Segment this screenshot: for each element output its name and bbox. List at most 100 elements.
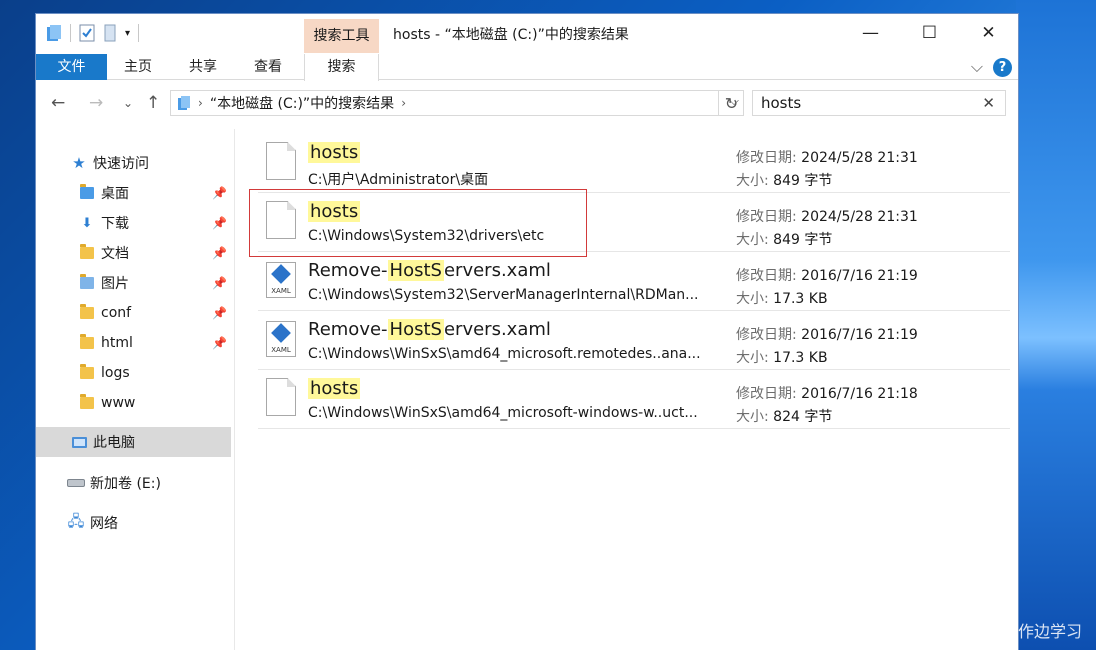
explorer-icon[interactable]: [46, 24, 62, 42]
downloads-folder-icon: ⬇: [81, 215, 93, 231]
tab-view[interactable]: 查看: [238, 54, 298, 80]
ribbon-right-controls: ⌵ ?: [971, 57, 1012, 77]
search-results-location-icon: [178, 96, 190, 110]
breadcrumb-chevron-icon[interactable]: ›: [198, 96, 203, 110]
forward-arrow-icon[interactable]: →: [89, 93, 103, 113]
desktop-folder-icon: [78, 184, 96, 199]
search-tools-context-label: 搜索工具: [304, 19, 379, 53]
result-row[interactable]: hosts C:\Windows\System32\drivers\etc 修改…: [258, 193, 1010, 252]
navigation-pane: ★ 快速访问 桌面 📌 ⬇ 下载 📌 文档 📌 图片 📌 conf 📌 html…: [36, 129, 236, 650]
maximize-button[interactable]: ☐: [900, 14, 959, 52]
search-highlight: hosts: [308, 201, 361, 222]
customize-toolbar-dropdown-icon[interactable]: ▾: [125, 28, 130, 39]
address-box[interactable]: › “本地磁盘 (C:)”中的搜索结果 › ⌵: [170, 90, 744, 116]
nav-label: 新加卷 (E:): [90, 476, 161, 492]
nav-drive-e[interactable]: 新加卷 (E:): [36, 468, 231, 498]
result-date: 修改日期: 2024/5/28 21:31: [736, 150, 918, 166]
file-icon: [266, 201, 296, 239]
nav-label: 网络: [90, 516, 118, 532]
nav-label: 快速访问: [93, 156, 149, 172]
result-size: 大小: 824 字节: [736, 409, 833, 425]
nav-this-pc[interactable]: 此电脑: [36, 427, 231, 457]
file-explorer-window: ▾ 搜索工具 hosts - “本地磁盘 (C:)”中的搜索结果 — ☐ ✕ 文…: [35, 13, 1019, 650]
back-arrow-icon[interactable]: ←: [51, 93, 65, 113]
close-button[interactable]: ✕: [959, 14, 1018, 52]
result-size: 大小: 849 字节: [736, 173, 833, 189]
nav-item-documents[interactable]: 文档 📌: [36, 238, 231, 268]
file-icon: [266, 142, 296, 180]
pin-icon[interactable]: 📌: [212, 246, 227, 260]
file-icon: [266, 378, 296, 416]
nav-item-www[interactable]: www: [36, 388, 231, 418]
breadcrumb-chevron-icon[interactable]: ›: [401, 96, 406, 110]
search-highlight: HostS: [387, 260, 444, 281]
result-row[interactable]: XAML Remove- HostS ervers.xaml C:\Windows\…: [258, 252, 1010, 311]
documents-folder-icon: [78, 244, 96, 259]
result-path: C:\Windows\WinSxS\amd64_microsoft.remote…: [308, 346, 701, 362]
expand-ribbon-icon[interactable]: ⌵: [971, 57, 983, 77]
nav-label: 文档: [101, 246, 129, 262]
tab-share[interactable]: 共享: [173, 54, 233, 80]
pin-icon[interactable]: 📌: [212, 186, 227, 200]
pictures-folder-icon: [78, 274, 96, 289]
pin-icon[interactable]: 📌: [212, 306, 227, 320]
nav-label: conf: [101, 305, 132, 321]
result-path: C:\Windows\WinSxS\amd64_microsoft-window…: [308, 405, 698, 421]
search-input[interactable]: hosts ✕: [752, 90, 1006, 116]
result-name: Remove- HostS ervers.xaml: [308, 319, 551, 340]
result-row[interactable]: hosts C:\用户\Administrator\桌面 修改日期: 2024/…: [258, 134, 1010, 193]
nav-item-pictures[interactable]: 图片 📌: [36, 268, 231, 298]
tab-file[interactable]: 文件: [36, 54, 107, 80]
folder-icon: [78, 334, 96, 349]
result-name: hosts: [308, 142, 361, 163]
up-arrow-icon[interactable]: ↑: [146, 93, 160, 113]
result-path: C:\用户\Administrator\桌面: [308, 172, 489, 188]
watermark: CSDN @边工作边学习: [919, 622, 1082, 641]
nav-label: 此电脑: [93, 435, 135, 451]
new-folder-icon[interactable]: [103, 24, 117, 42]
result-date: 修改日期: 2016/7/16 21:19: [736, 327, 918, 343]
pin-icon[interactable]: 📌: [212, 336, 227, 350]
result-size: 大小: 17.3 KB: [736, 291, 828, 307]
result-row[interactable]: hosts C:\Windows\WinSxS\amd64_microsoft-…: [258, 370, 1010, 429]
nav-item-downloads[interactable]: ⬇ 下载 📌: [36, 208, 231, 238]
recent-locations-chevron-icon[interactable]: ⌄: [123, 96, 133, 110]
nav-item-desktop[interactable]: 桌面 📌: [36, 178, 231, 208]
toolbar-separator: [138, 24, 140, 42]
pin-icon[interactable]: 📌: [212, 276, 227, 290]
nav-quick-access[interactable]: ★ 快速访问: [36, 148, 231, 178]
nav-label: html: [101, 335, 133, 351]
pin-icon[interactable]: 📌: [212, 216, 227, 230]
result-name: hosts: [308, 201, 361, 222]
window-title: hosts - “本地磁盘 (C:)”中的搜索结果: [393, 27, 629, 43]
xaml-file-icon: XAML: [266, 262, 296, 298]
refresh-button[interactable]: ↻: [718, 90, 744, 116]
properties-icon[interactable]: [79, 24, 95, 42]
nav-label: www: [101, 395, 136, 411]
clear-search-icon[interactable]: ✕: [982, 91, 995, 115]
result-path: C:\Windows\System32\ServerManagerInterna…: [308, 287, 699, 303]
result-date: 修改日期: 2016/7/16 21:18: [736, 386, 918, 402]
minimize-button[interactable]: —: [841, 14, 900, 52]
computer-icon: [70, 436, 88, 448]
tab-search[interactable]: 搜索: [304, 54, 379, 81]
search-highlight: hosts: [308, 378, 361, 399]
pane-divider[interactable]: [234, 129, 235, 650]
search-highlight: hosts: [308, 142, 361, 163]
desktop-background: [1016, 0, 1096, 650]
nav-label: logs: [101, 365, 130, 381]
tab-home[interactable]: 主页: [108, 54, 168, 80]
result-date: 修改日期: 2016/7/16 21:19: [736, 268, 918, 284]
result-size: 大小: 17.3 KB: [736, 350, 828, 366]
help-icon[interactable]: ?: [993, 57, 1012, 77]
nav-item-html[interactable]: html 📌: [36, 328, 231, 358]
quick-access-toolbar: ▾: [46, 24, 140, 42]
nav-item-logs[interactable]: logs: [36, 358, 231, 388]
breadcrumb-current[interactable]: “本地磁盘 (C:)”中的搜索结果: [210, 93, 394, 113]
result-name: hosts: [308, 378, 361, 399]
nav-item-conf[interactable]: conf 📌: [36, 298, 231, 328]
nav-network[interactable]: 🖧 网络: [36, 508, 231, 538]
folder-icon: [78, 364, 96, 379]
result-row[interactable]: XAML Remove- HostS ervers.xaml C:\Windows\…: [258, 311, 1010, 370]
result-size: 大小: 849 字节: [736, 232, 833, 248]
